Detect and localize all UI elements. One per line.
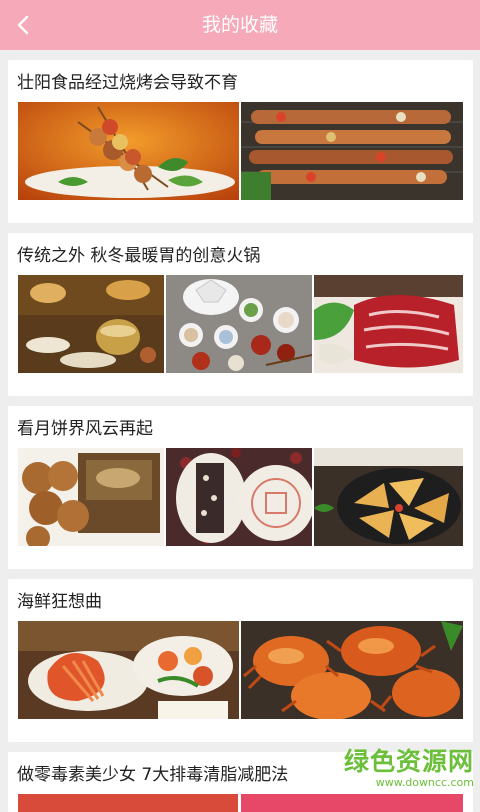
favorite-card[interactable]: 壮阳食品经过烧烤会导致不育	[8, 60, 473, 223]
favorite-card[interactable]: 海鲜狂想曲	[8, 579, 473, 742]
kebab-plate-photo[interactable]	[18, 102, 239, 200]
sliced-beef-photo[interactable]	[314, 275, 463, 373]
page-title: 我的收藏	[201, 14, 278, 36]
mooncake-cut-photo[interactable]	[166, 448, 312, 546]
favorite-card[interactable]: 看月饼界风云再起	[8, 406, 473, 569]
seafood-platter-photo[interactable]	[18, 621, 239, 719]
app-header: 我的收藏	[0, 0, 480, 50]
card-title: 看月饼界风云再起	[17, 419, 153, 439]
mooncake-slices-photo[interactable]	[314, 448, 463, 546]
card-title: 做零毒素美少女 7大排毒清脂减肥法	[17, 765, 289, 785]
card-thumbnails-partial[interactable]	[18, 794, 463, 812]
card-title: 传统之外 秋冬最暖胃的创意火锅	[17, 246, 261, 266]
grill-skewers-photo[interactable]	[241, 102, 463, 200]
card-title: 海鲜狂想曲	[17, 592, 102, 612]
card-title: 壮阳食品经过烧烤会导致不育	[17, 73, 238, 93]
watermark-title: 绿色资源网	[343, 747, 474, 776]
hotpot-buffet-photo[interactable]	[18, 275, 164, 373]
watermark-url: www.downcc.com	[375, 776, 474, 789]
mooncakes-box-photo[interactable]	[18, 448, 164, 546]
steamed-crabs-photo[interactable]	[241, 621, 463, 719]
site-watermark: 绿色资源网 www.downcc.com	[324, 748, 474, 796]
hotpot-dishes-photo[interactable]	[166, 275, 312, 373]
favorite-card[interactable]: 传统之外 秋冬最暖胃的创意火锅	[8, 233, 473, 396]
